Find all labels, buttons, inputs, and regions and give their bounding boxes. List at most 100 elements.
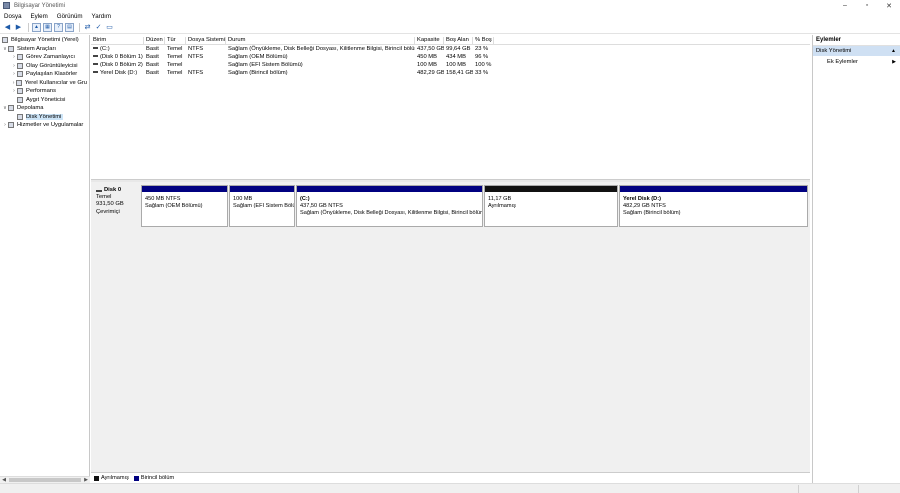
volume-status: Sağlam (EFI Sistem Bölümü) — [228, 61, 303, 68]
partition-legend: Ayrılmamış Birincil bölüm — [91, 472, 810, 483]
volume-layout: Basit — [146, 45, 159, 52]
toolbar-separator — [28, 22, 29, 32]
connect-icon[interactable]: ⇄ — [83, 23, 92, 32]
show-hide-tree-icon[interactable]: ▦ — [43, 22, 52, 32]
tree-item-label: Paylaşılan Klasörler — [26, 71, 78, 78]
navigation-tree-pane: Bilgisayar Yönetimi (Yerel) ∨ Sistem Ara… — [0, 35, 90, 483]
tree-item-shared-folders[interactable]: › Paylaşılan Klasörler — [0, 70, 89, 79]
legend-swatch-unallocated — [94, 475, 99, 481]
table-row[interactable]: (Disk 0 Bölüm 2) Basit Temel Sağlam (EFI… — [91, 61, 810, 69]
forward-arrow-icon[interactable]: ▶ — [14, 23, 23, 32]
column-header-layout[interactable]: Düzen — [144, 37, 165, 44]
partition-oem[interactable]: 450 MB NTFS Sağlam (OEM Bölümü) — [141, 185, 228, 227]
partition-efi[interactable]: 100 MB Sağlam (EFI Sistem Bölü — [229, 185, 295, 227]
column-header-type[interactable]: Tür — [165, 37, 186, 44]
submenu-arrow-icon: ▶ — [892, 59, 896, 65]
tree-item-system-tools[interactable]: ∨ Sistem Araçları — [0, 45, 89, 54]
storage-icon — [8, 105, 14, 112]
tree-item-root[interactable]: Bilgisayar Yönetimi (Yerel) — [0, 36, 89, 45]
volume-name: (Disk 0 Bölüm 2) — [100, 61, 143, 68]
menu-view[interactable]: Görünüm — [57, 13, 83, 20]
more-actions-label: Ek Eylemler — [827, 59, 858, 65]
toolbar-separator — [79, 22, 80, 32]
menu-help[interactable]: Yardım — [92, 13, 111, 20]
tree-horizontal-scrollbar[interactable]: ◀ ▶ — [0, 476, 90, 483]
volume-list: Birim Düzen Tür Dosya Sistemi Durum Kapa… — [91, 37, 810, 179]
tree-item-disk-management[interactable]: Disk Yönetimi — [0, 113, 89, 122]
volume-type: Temel — [167, 69, 183, 76]
up-folder-icon[interactable]: ▲ — [32, 22, 41, 32]
partition-size: 100 MB — [233, 196, 253, 202]
tree-item-performance[interactable]: › Performans — [0, 87, 89, 96]
volume-capacity: 100 MB — [417, 61, 437, 68]
tree-item-event-viewer[interactable]: › Olay Görüntüleyicisi — [0, 62, 89, 71]
tree-item-storage[interactable]: ∨ Depolama — [0, 104, 89, 113]
view-icon[interactable]: ▭ — [105, 23, 114, 32]
maximize-button[interactable]: ▫ — [856, 0, 878, 11]
partition-unallocated[interactable]: 11,17 GB Ayrılmamış — [484, 185, 618, 227]
help-icon[interactable]: ? — [54, 22, 63, 32]
volume-free-space: 434 MB — [446, 53, 466, 60]
actions-pane: Eylemler Disk Yönetimi ▲ Ek Eylemler ▶ — [812, 35, 900, 483]
disk-type: Temel — [96, 194, 112, 201]
tree-item-services[interactable]: › Hizmetler ve Uygulamalar — [0, 121, 89, 130]
tree-item-task-scheduler[interactable]: › Görev Zamanlayıcı — [0, 53, 89, 62]
legend-label: Ayrılmamış — [101, 475, 129, 481]
table-row[interactable]: Yerel Disk (D:) Basit Temel NTFS Sağlam … — [91, 69, 810, 77]
disk-0-label[interactable]: Disk 0 Temel 931,50 GB Çevrimiçi — [92, 185, 140, 228]
legend-swatch-primary — [133, 475, 139, 481]
partition-d[interactable]: Yerel Disk (D:) 482,29 GB NTFS Sağlam (B… — [619, 185, 808, 227]
navigation-tree: Bilgisayar Yönetimi (Yerel) ∨ Sistem Ara… — [0, 35, 89, 130]
more-actions-item[interactable]: Ek Eylemler ▶ — [813, 57, 900, 67]
column-header-percent-free[interactable]: % Boş — [473, 37, 494, 44]
tree-item-label: Aygıt Yöneticisi — [26, 96, 66, 103]
properties-icon[interactable]: ▤ — [65, 22, 74, 32]
tools-icon — [8, 45, 14, 52]
column-header-status[interactable]: Durum — [226, 37, 415, 44]
volume-capacity: 482,29 GB — [417, 69, 444, 76]
partition-name: (C:) — [300, 196, 310, 202]
window-controls: – ▫ ✕ — [834, 0, 900, 11]
close-button[interactable]: ✕ — [878, 0, 900, 11]
disk-graphical-view: Disk 0 Temel 931,50 GB Çevrimiçi 450 MB … — [91, 182, 810, 472]
tree-item-local-users[interactable]: › Yerel Kullanıcılar ve Gru — [0, 79, 89, 88]
menu-action[interactable]: Eylem — [31, 13, 48, 20]
menu-bar: Dosya Eylem Görünüm Yardım — [0, 11, 900, 21]
table-row[interactable]: (C:) Basit Temel NTFS Sağlam (Önyükleme,… — [91, 45, 810, 53]
tree-item-label: Sistem Araçları — [17, 45, 56, 52]
table-row[interactable]: (Disk 0 Bölüm 1) Basit Temel NTFS Sağlam… — [91, 53, 810, 61]
actions-section-disk-management[interactable]: Disk Yönetimi ▲ — [813, 46, 900, 56]
partition-c[interactable]: (C:) 437,50 GB NTFS Sağlam (Önyükleme, D… — [296, 185, 483, 227]
tree-item-label: Hizmetler ve Uygulamalar — [17, 122, 84, 129]
volume-percent-free: 100 % — [475, 61, 492, 68]
tree-item-label: Depolama — [17, 105, 44, 112]
menu-file[interactable]: Dosya — [4, 13, 22, 20]
window-title: Bilgisayar Yönetimi — [14, 2, 65, 9]
minimize-button[interactable]: – — [834, 0, 856, 11]
tree-item-device-manager[interactable]: Aygıt Yöneticisi — [0, 96, 89, 105]
clock-icon — [17, 54, 23, 61]
performance-icon — [17, 88, 23, 95]
legend-unallocated: Ayrılmamış — [94, 475, 129, 481]
partition-name: Yerel Disk (D:) — [623, 196, 661, 202]
volume-file-system: NTFS — [188, 69, 204, 76]
title-bar: Bilgisayar Yönetimi – ▫ ✕ — [0, 0, 900, 11]
volume-file-system: NTFS — [188, 53, 204, 60]
column-header-file-system[interactable]: Dosya Sistemi — [186, 37, 226, 44]
volume-status: Sağlam (OEM Bölümü) — [228, 53, 288, 60]
volume-icon — [93, 46, 98, 49]
scroll-thumb[interactable] — [9, 478, 81, 482]
volume-file-system: NTFS — [188, 45, 204, 52]
check-icon[interactable]: ✓ — [94, 23, 103, 32]
partition-status: Sağlam (Önyükleme, Disk Belleği Dosyası,… — [300, 210, 482, 217]
volume-status: Sağlam (Birincil bölüm) — [228, 69, 288, 76]
column-header-capacity[interactable]: Kapasite — [415, 37, 444, 44]
column-header-free-space[interactable]: Boş Alan — [444, 37, 473, 44]
collapse-up-icon[interactable]: ▲ — [891, 46, 896, 56]
device-manager-icon — [17, 96, 23, 103]
volume-free-space: 158,41 GB — [446, 69, 473, 76]
legend-primary: Birincil bölüm — [133, 475, 174, 481]
back-arrow-icon[interactable]: ◀ — [3, 23, 12, 32]
column-header-volume[interactable]: Birim — [91, 37, 144, 44]
volume-type: Temel — [167, 61, 183, 68]
